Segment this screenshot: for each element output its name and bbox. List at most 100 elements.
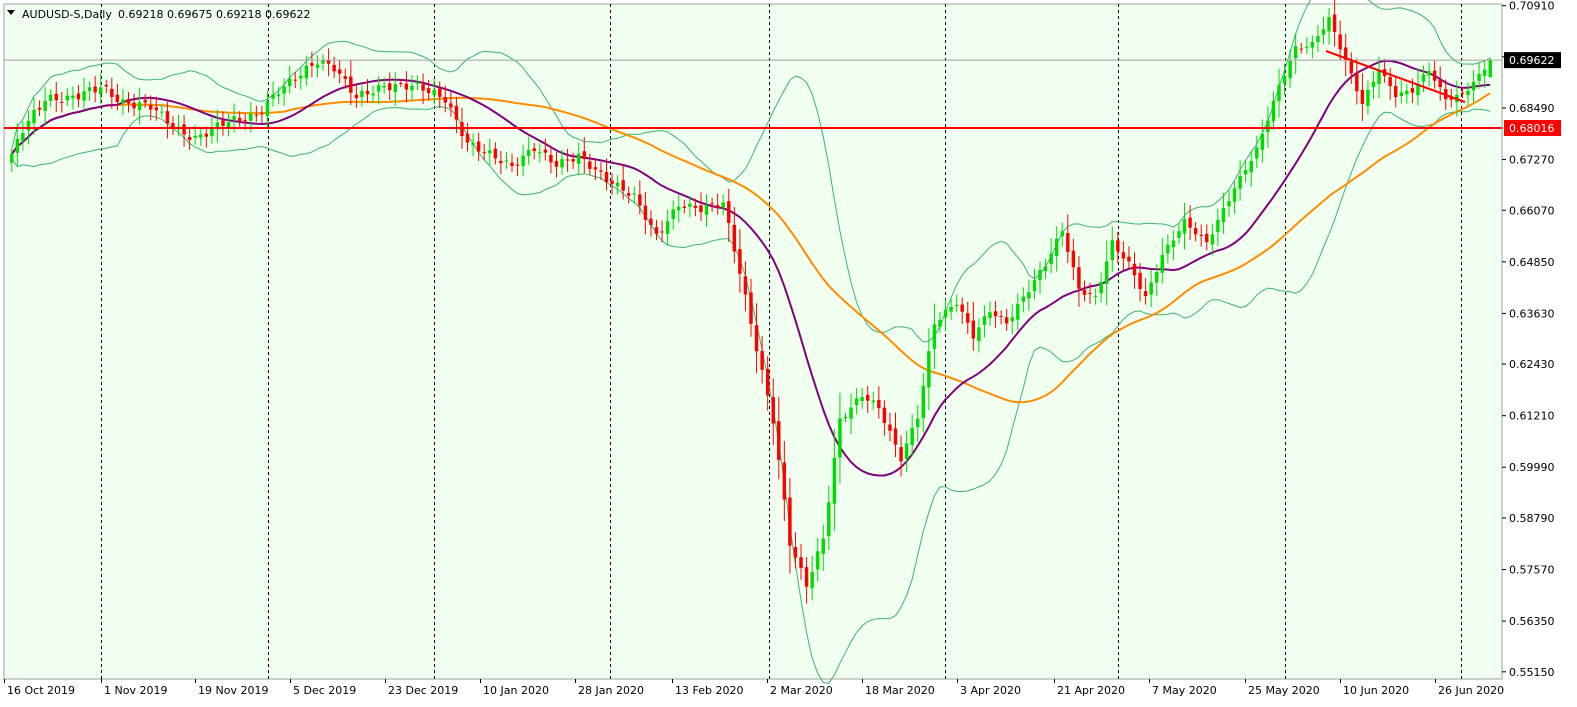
candle-body — [927, 351, 931, 388]
candle-body — [287, 78, 292, 87]
candle-body — [1188, 217, 1192, 228]
candle-body — [765, 368, 770, 396]
candle-body — [237, 117, 242, 121]
candle-body — [1438, 79, 1442, 88]
candle-body — [615, 182, 620, 187]
candle-body — [710, 203, 714, 205]
candle-body — [1355, 73, 1359, 92]
candle-body — [265, 101, 270, 117]
candle-body — [693, 205, 698, 208]
candle-body — [1360, 89, 1365, 104]
candle-body — [1260, 133, 1265, 150]
candle-body — [993, 311, 998, 317]
candle-body — [643, 205, 648, 220]
candle-body — [321, 60, 325, 64]
price-chart[interactable]: 0.709100.697000.684900.672700.660700.648… — [0, 0, 1577, 707]
y-tick-label: 0.70910 — [1509, 0, 1555, 13]
candle-body — [554, 160, 559, 167]
candle-body — [1399, 92, 1404, 97]
candle-body — [777, 421, 781, 461]
candle-body — [26, 120, 31, 131]
candle-body — [560, 159, 564, 168]
y-tick-label: 0.62430 — [1509, 358, 1555, 371]
candle-body — [582, 151, 586, 160]
y-tick-label: 0.66070 — [1509, 204, 1555, 217]
candle-body — [588, 161, 592, 169]
candle-body — [471, 142, 475, 145]
candle-body — [32, 109, 36, 124]
candle-body — [1477, 73, 1481, 81]
candle-body — [326, 60, 331, 64]
candle-body — [376, 85, 381, 92]
candle-body — [249, 113, 253, 121]
x-tick-label: 23 Dec 2019 — [388, 684, 458, 697]
y-tick-label: 0.63630 — [1509, 307, 1555, 320]
candle-body — [610, 180, 614, 185]
candle-body — [921, 385, 926, 419]
candle-body — [565, 159, 570, 161]
candle-body — [293, 79, 297, 81]
candle-body — [1460, 92, 1465, 94]
candle-body — [149, 105, 153, 110]
candle-body — [899, 447, 903, 462]
candle-body — [1071, 250, 1076, 268]
x-tick-label: 16 Oct 2019 — [7, 684, 75, 697]
x-tick-label: 25 May 2020 — [1248, 684, 1320, 697]
candle-body — [43, 101, 47, 111]
candle-body — [1377, 71, 1381, 85]
current-price-tag: 0.69622 — [1504, 52, 1561, 69]
candle-body — [276, 94, 281, 97]
candle-body — [1282, 76, 1287, 84]
chart-window[interactable]: 0.709100.697000.684900.672700.660700.648… — [0, 0, 1577, 707]
candle-body — [1266, 120, 1270, 133]
candle-body — [76, 93, 81, 100]
candle-body — [1016, 304, 1020, 320]
candle-body — [877, 399, 881, 409]
candle-body — [115, 94, 120, 103]
candle-body — [443, 97, 448, 103]
x-tick-label: 10 Jan 2020 — [483, 684, 549, 697]
candle-body — [732, 224, 737, 252]
candle-body — [604, 172, 609, 183]
candle-body — [388, 83, 392, 91]
candle-body — [476, 141, 481, 152]
candle-body — [893, 428, 898, 445]
candle-body — [1243, 170, 1248, 175]
y-tick-label: 0.56350 — [1509, 615, 1555, 628]
candle-body — [1093, 295, 1098, 297]
y-tick-label: 0.68490 — [1509, 102, 1555, 115]
candle-body — [649, 218, 653, 226]
candle-body — [1227, 201, 1231, 207]
candle-body — [104, 84, 108, 87]
candle-body — [1210, 234, 1215, 245]
candle-body — [399, 82, 403, 84]
candle-body — [310, 63, 314, 66]
candle-body — [121, 99, 125, 104]
candle-body — [849, 407, 853, 419]
x-tick-label: 3 Apr 2020 — [960, 684, 1021, 697]
candle-body — [1405, 90, 1409, 95]
candle-body — [1082, 289, 1087, 295]
candle-body — [371, 93, 375, 96]
candle-body — [126, 98, 131, 104]
candle-body — [1127, 256, 1131, 262]
candle-body — [349, 76, 353, 93]
y-tick-label: 0.59990 — [1509, 461, 1555, 474]
candle-body — [410, 85, 414, 91]
y-tick-label: 0.57570 — [1509, 564, 1555, 577]
candle[interactable] — [1488, 57, 1492, 78]
candle-body — [71, 95, 75, 99]
candle-body — [1305, 46, 1309, 48]
candle-body — [48, 94, 53, 101]
symbol-label: AUDUSD-S,Daily — [22, 8, 112, 21]
candle-body — [1116, 240, 1120, 252]
candle-body — [949, 306, 953, 312]
candle-body — [699, 205, 703, 213]
candle-body — [971, 320, 976, 339]
candle-body — [382, 85, 386, 88]
candle-body — [210, 127, 214, 137]
candle-body — [1193, 228, 1198, 235]
candle-body — [482, 152, 486, 154]
candle-body — [677, 206, 681, 211]
plot-area[interactable] — [3, 3, 1503, 680]
